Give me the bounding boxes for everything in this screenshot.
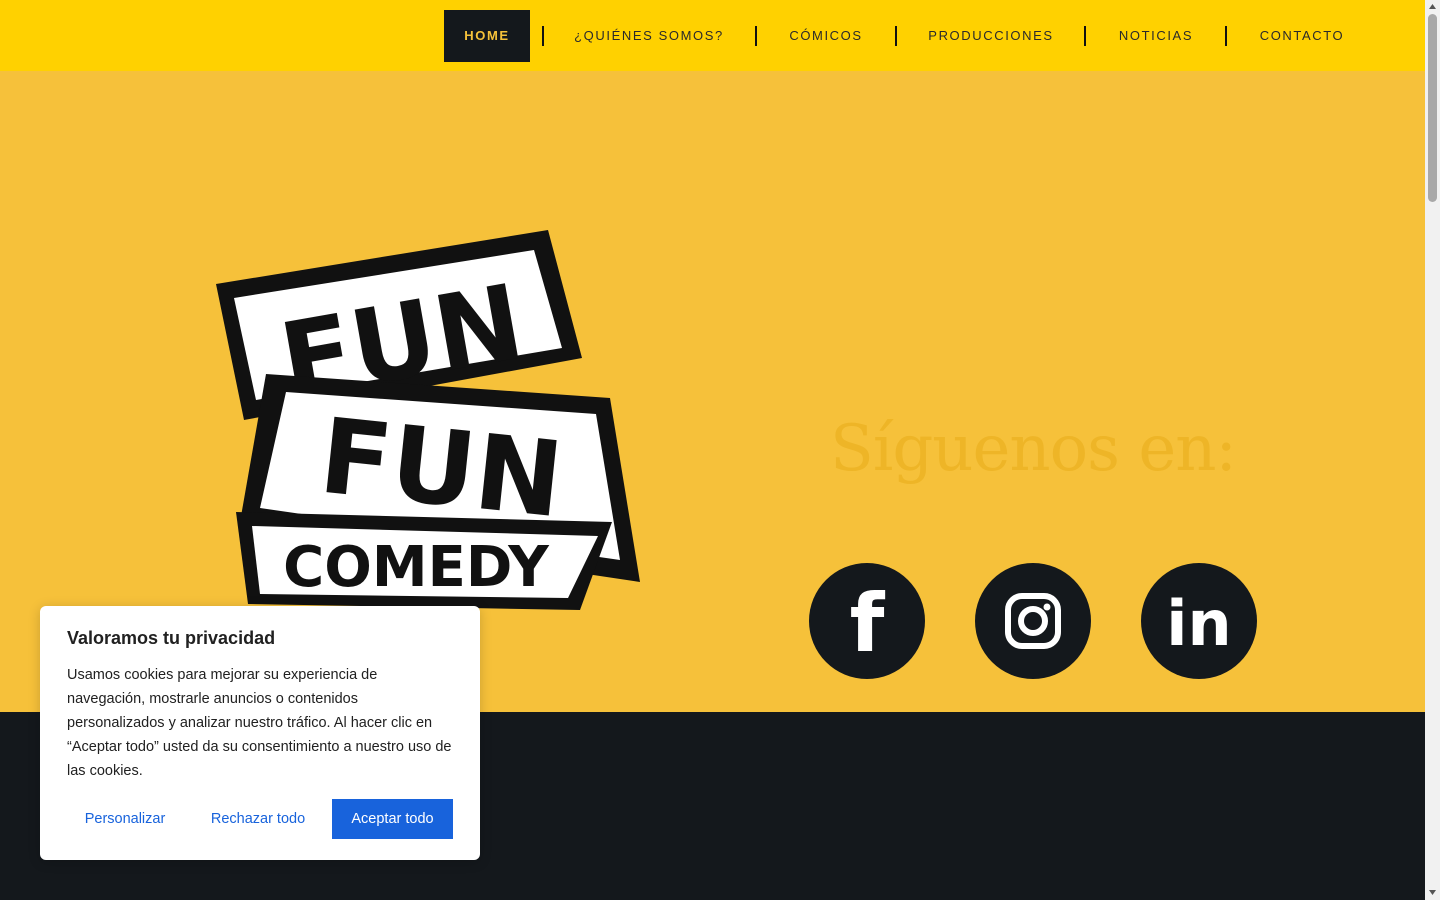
nav-contacto[interactable]: CONTACTO	[1242, 10, 1362, 62]
linkedin-link[interactable]: in	[1141, 563, 1257, 679]
nav-separator	[1084, 26, 1086, 46]
accept-all-button[interactable]: Aceptar todo	[332, 799, 453, 839]
scroll-up-arrow-icon[interactable]	[1428, 2, 1437, 11]
fun-fun-comedy-logo: FUN FUN COMEDY	[216, 230, 640, 610]
nav-home[interactable]: HOME	[444, 10, 530, 62]
customize-button[interactable]: Personalizar	[67, 799, 183, 839]
svg-text:in: in	[1166, 587, 1231, 660]
facebook-link[interactable]: f	[809, 563, 925, 679]
cookie-banner-title: Valoramos tu privacidad	[67, 628, 276, 648]
linkedin-icon: in	[1166, 587, 1231, 660]
nav-quienes-somos[interactable]: ¿QUIÉNES SOMOS?	[558, 10, 740, 62]
scrollbar-thumb[interactable]	[1428, 14, 1437, 202]
nav-producciones[interactable]: PRODUCCIONES	[912, 10, 1070, 62]
logo-word-comedy: COMEDY	[283, 535, 550, 600]
svg-text:f: f	[850, 577, 886, 670]
instagram-icon	[1005, 593, 1061, 649]
nav-noticias[interactable]: NOTICIAS	[1102, 10, 1210, 62]
nav-separator	[755, 26, 757, 46]
reject-all-button[interactable]: Rechazar todo	[200, 799, 316, 839]
cookie-banner-text: Usamos cookies para mejorar su experienc…	[67, 667, 452, 779]
nav-comicos[interactable]: CÓMICOS	[772, 10, 880, 62]
facebook-icon: f	[850, 577, 886, 670]
nav-separator	[1225, 26, 1227, 46]
scroll-down-arrow-icon[interactable]	[1428, 888, 1437, 897]
instagram-link[interactable]	[975, 563, 1091, 679]
top-navigation-bar: HOME ¿QUIÉNES SOMOS? CÓMICOS PRODUCCIONE…	[0, 0, 1425, 71]
follow-us-title: Síguenos en:	[830, 412, 1237, 486]
cookie-consent-banner: Valoramos tu privacidad Usamos cookies p…	[40, 606, 480, 860]
nav-separator	[542, 26, 544, 46]
nav-separator	[895, 26, 897, 46]
